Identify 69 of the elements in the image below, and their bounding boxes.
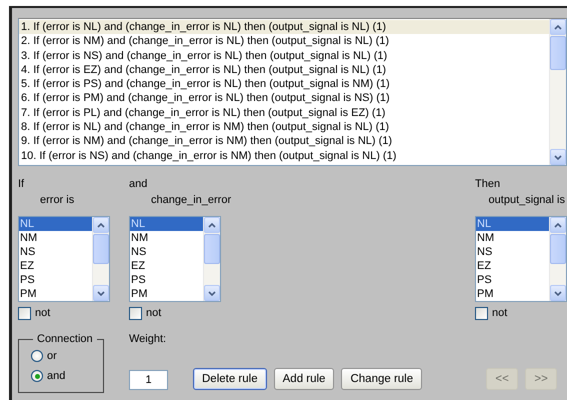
rule-button[interactable]: Add rule [274,368,334,390]
not-checkbox[interactable] [129,306,142,320]
list-item[interactable]: NS [19,245,92,259]
list-item[interactable]: NS [476,245,549,259]
list-item[interactable]: PM [19,287,92,301]
rule-item[interactable]: 8. If (error is NL) and (change_in_error is NM) then (output_signal is NL) (1) [19,120,549,134]
membership-list[interactable]: NL NM NS EZ PS PM [18,216,110,302]
rule-item[interactable]: 10. If (error is NS) and (change_in_error is NM) then (output_signal is NL) (1) [19,148,549,163]
list-item[interactable]: EZ [130,259,203,273]
radio-label: and [47,370,66,382]
not-label: not [492,307,508,319]
list-item[interactable]: NL [476,217,549,231]
list-item[interactable]: PM [130,287,203,301]
radio-button[interactable] [31,350,43,362]
section-label: Then [475,177,500,192]
rule-item[interactable]: 3. If (error is NS) and (change_in_error is NL) then (output_signal is NL) (1) [19,48,549,63]
scrollbar[interactable] [203,217,220,301]
rule-item[interactable]: 5. If (error is PS) and (change_in_error is NL) then (output_signal is NM) (1) [19,77,549,92]
scrollbar[interactable] [549,19,566,165]
section-label: If [18,177,24,192]
rule-item[interactable]: 2. If (error is NM) and (change_in_error is NL) then (output_signal is NL) (1) [19,34,549,49]
rule-button[interactable]: Delete rule [193,368,267,390]
not-checkbox[interactable] [475,306,488,320]
not-checkbox[interactable] [18,306,31,320]
scrollbar[interactable] [549,217,566,301]
rule-item[interactable]: 1. If (error is NL) and (change_in_error is NL) then (output_signal is NL) (1) [19,20,549,34]
list-item[interactable]: PM [476,287,549,301]
list-item[interactable]: PS [19,273,92,287]
rule-item[interactable]: 9. If (error is NM) and (change_in_error is NM) then (output_signal is NL) (1) [19,134,549,149]
rule-item[interactable]: 7. If (error is PL) and (change_in_error is NL) then (output_signal is EZ) (1) [19,106,549,120]
section-label: and [129,177,148,192]
scroll-up-icon[interactable] [550,19,566,35]
weight-field[interactable]: 1 [129,370,168,390]
radio-button[interactable] [31,370,43,382]
list-item[interactable]: PS [130,273,203,287]
membership-list[interactable]: NL NM NS EZ PS PM [129,216,221,302]
scroll-thumb[interactable] [550,234,566,264]
radio-label: or [47,350,57,362]
rule-item[interactable]: 6. If (error is PM) and (change_in_error is NL) then (output_signal is NS) (1) [19,91,549,106]
rule-item[interactable]: 4. If (error is EZ) and (change_in_error is NL) then (output_signal is NL) (1) [19,62,549,78]
scroll-down-icon[interactable] [93,285,109,301]
scrollbar[interactable] [92,217,109,301]
list-item[interactable]: EZ [19,259,92,273]
list-item[interactable]: NL [130,217,203,231]
variable-label: change_in_error [150,193,232,208]
list-item[interactable]: NM [476,231,549,245]
scroll-up-icon[interactable] [204,217,220,233]
membership-list[interactable]: NL NM NS EZ PS PM [475,216,567,302]
not-label: not [35,307,50,319]
scroll-down-icon[interactable] [550,149,566,165]
scroll-thumb[interactable] [204,234,220,264]
group-title: Connection [36,333,94,345]
rule-button[interactable]: Change rule [341,368,422,390]
variable-label: error is [39,193,74,208]
scroll-up-icon[interactable] [93,217,109,233]
list-item[interactable]: EZ [476,259,549,273]
scroll-up-icon[interactable] [550,217,566,233]
weight-label: Weight: [129,332,168,346]
list-item[interactable]: NM [19,231,92,245]
list-item[interactable]: PS [476,273,549,287]
scroll-down-icon[interactable] [204,285,220,301]
scroll-down-icon[interactable] [550,285,566,301]
list-item[interactable]: NS [130,245,203,259]
list-item[interactable]: NL [19,217,92,231]
scroll-thumb[interactable] [550,36,566,70]
scroll-thumb[interactable] [93,234,109,264]
not-label: not [146,307,162,319]
variable-label: output_signal is [488,193,566,208]
list-item[interactable]: NM [130,231,203,245]
